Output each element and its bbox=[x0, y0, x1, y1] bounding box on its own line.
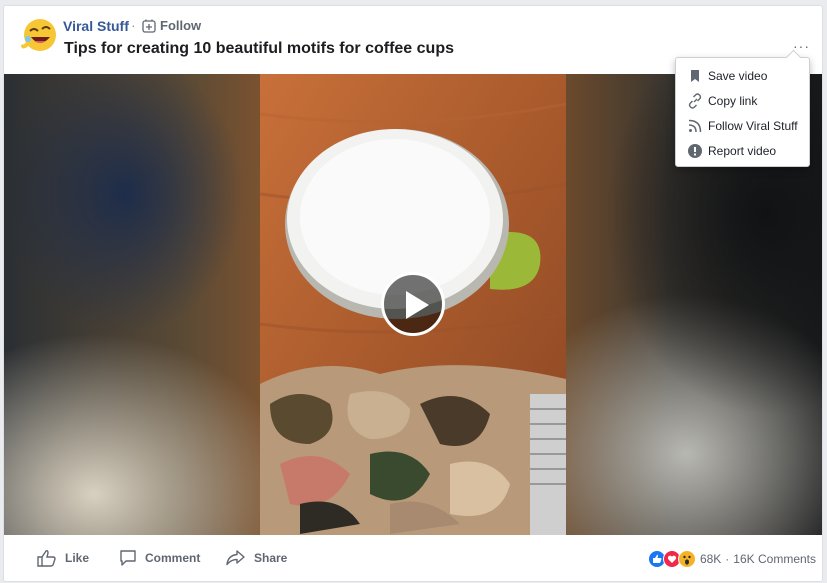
like-button[interactable]: Like bbox=[37, 549, 89, 567]
thumbs-up-icon bbox=[37, 550, 56, 567]
separator-dot: · bbox=[131, 17, 136, 33]
menu-item-report-video[interactable]: Report video bbox=[676, 138, 809, 163]
like-label: Like bbox=[65, 551, 90, 565]
more-options-button[interactable]: ··· bbox=[793, 39, 810, 53]
rss-icon bbox=[687, 118, 703, 134]
reactions-summary: 68K · 16K Comments bbox=[647, 550, 816, 568]
reaction-count[interactable]: 68K bbox=[700, 552, 721, 566]
laughing-emoji-icon bbox=[20, 19, 56, 51]
exclamation-icon bbox=[687, 143, 703, 159]
play-button[interactable] bbox=[381, 272, 445, 336]
share-label: Share bbox=[254, 551, 288, 565]
comment-button[interactable]: Comment bbox=[119, 549, 200, 567]
menu-item-follow-page[interactable]: Follow Viral Stuff bbox=[676, 113, 809, 138]
menu-item-label: Save video bbox=[708, 68, 768, 83]
bookmark-icon bbox=[687, 68, 703, 84]
comments-count-link[interactable]: 16K Comments bbox=[733, 552, 816, 566]
wow-reaction-icon bbox=[677, 550, 696, 568]
post-options-menu: Save video Copy link Follow Viral Stuff … bbox=[675, 57, 810, 167]
menu-item-label: Copy link bbox=[708, 93, 758, 108]
video-blur-left bbox=[4, 74, 260, 535]
menu-item-label: Follow Viral Stuff bbox=[708, 118, 798, 133]
page-name-link[interactable]: Viral Stuff bbox=[63, 18, 129, 34]
comment-bubble-icon bbox=[120, 550, 136, 566]
share-arrow-icon bbox=[226, 550, 245, 566]
menu-item-save-video[interactable]: Save video bbox=[676, 63, 809, 88]
follow-icon bbox=[142, 19, 156, 33]
reaction-icons[interactable] bbox=[647, 550, 696, 568]
play-icon bbox=[406, 291, 429, 319]
post-title: Tips for creating 10 beautiful motifs fo… bbox=[64, 40, 454, 57]
menu-item-label: Report video bbox=[708, 143, 777, 158]
reaction-separator: · bbox=[725, 552, 730, 566]
link-icon bbox=[687, 92, 703, 109]
follow-button[interactable]: Follow bbox=[142, 18, 201, 33]
comment-label: Comment bbox=[145, 551, 201, 565]
share-button[interactable]: Share bbox=[226, 549, 287, 567]
page-avatar[interactable] bbox=[18, 16, 58, 56]
post-footer: Like Comment Share 68K · 16K Comments bbox=[4, 535, 822, 581]
follow-label: Follow bbox=[160, 18, 202, 33]
menu-item-copy-link[interactable]: Copy link bbox=[676, 88, 809, 113]
